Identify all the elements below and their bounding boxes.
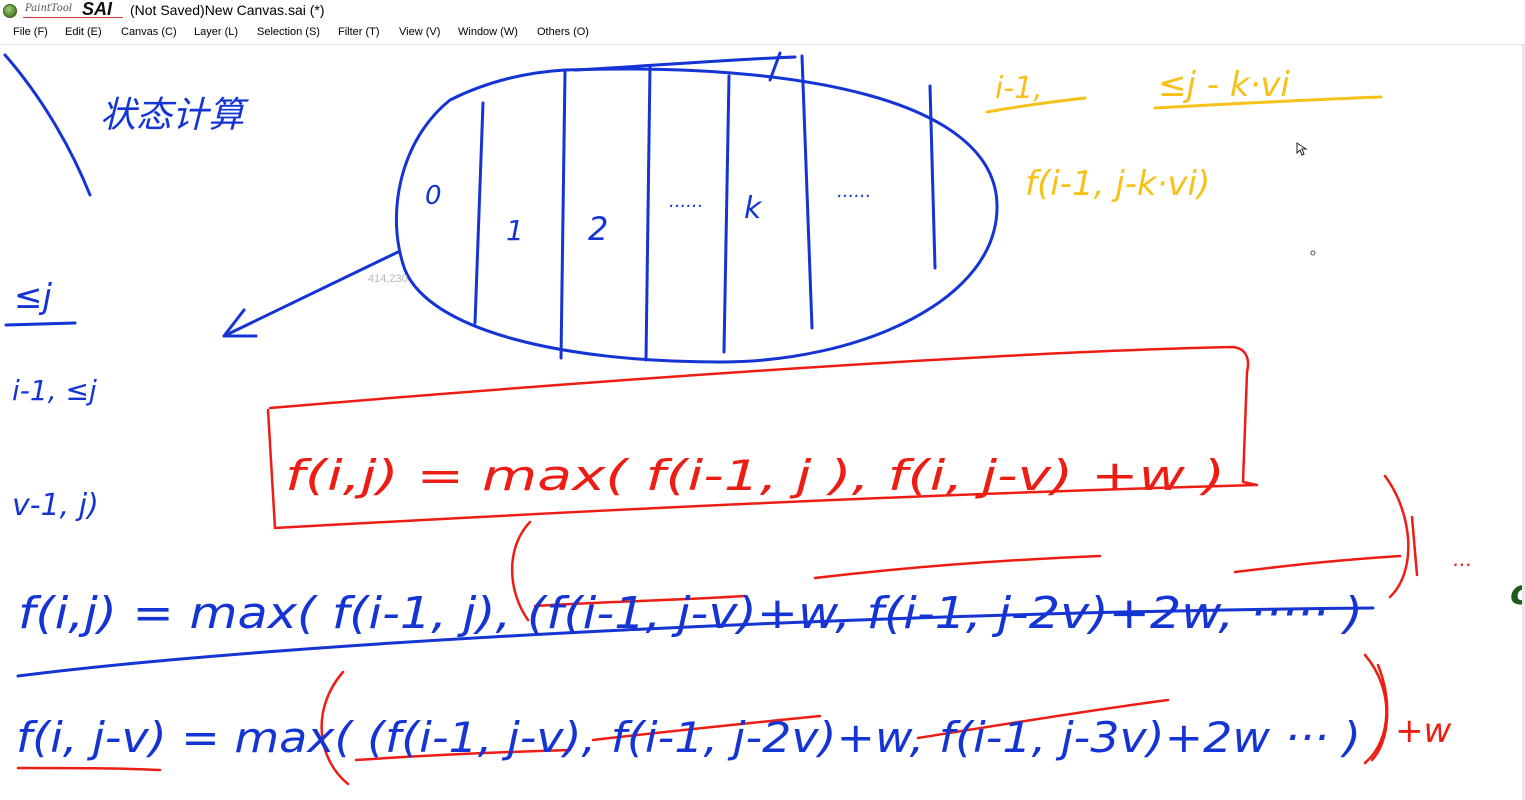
partition-line-4: [722, 74, 731, 354]
red-close-paren-extra: [1410, 515, 1419, 577]
hw-line1-formula: f(i,j) = max( f(i-1, j), (f(i-1, j-v)+w,…: [18, 588, 1363, 639]
partition-line-1: [473, 101, 485, 325]
menu-edit[interactable]: Edit (E): [65, 26, 102, 38]
hw-title-zh: 状态计算: [100, 95, 249, 136]
menu-view[interactable]: View (V): [399, 26, 440, 38]
stroke-underline-leq: [4, 321, 77, 327]
arrow-shaft: [222, 250, 400, 338]
hw-yellow-formula: f(i-1, j-k·vi): [1025, 164, 1210, 204]
logo-painttool-text: PaintTool: [25, 3, 73, 14]
menu-filter[interactable]: Filter (T): [338, 26, 380, 38]
hw-ellipse-label-dots-1: ······: [668, 196, 702, 217]
hw-ellipse-label-2: 2: [588, 210, 608, 248]
red-close-paren-line2: [1363, 653, 1388, 765]
drawing-canvas[interactable]: 状态计算 ≤j i-1, ≤j v-1, j) 0 1 2 ······ k ·…: [0, 45, 1525, 800]
hw-yellow-top-left: i-1,: [995, 71, 1043, 106]
hw-line1-tail: ···: [1452, 553, 1471, 577]
hw-line2-tail: +w: [1395, 711, 1451, 751]
partition-line-5: [800, 54, 814, 330]
hw-line2-formula: f(i, j-v) = max( (f(i-1, j-v), f(i-1, j-…: [16, 713, 1361, 762]
menu-canvas[interactable]: Canvas (C): [121, 26, 177, 38]
sai-logo-icon: [3, 4, 17, 18]
red-strike-line1-b: [813, 554, 1102, 580]
red-strike-line1-c: [1233, 554, 1402, 574]
menu-selection[interactable]: Selection (S): [257, 26, 320, 38]
hw-item-1: i-1, ≤j: [12, 374, 97, 407]
red-formula-box: [266, 345, 1259, 530]
hw-item-2: v-1, j): [12, 488, 99, 523]
app-logo: PaintTool SAI: [3, 0, 123, 20]
position-readout: 414,230: [368, 273, 408, 285]
window-title: (Not Saved)New Canvas.sai (*): [130, 2, 325, 18]
title-bar: PaintTool SAI (Not Saved)New Canvas.sai …: [0, 0, 1525, 22]
menu-layer[interactable]: Layer (L): [194, 26, 238, 38]
menu-others[interactable]: Others (O): [537, 26, 589, 38]
red-underline-line2-lhs: [16, 766, 162, 772]
stroke-diagonal-left: [3, 53, 92, 197]
logo-underline: [23, 17, 123, 18]
partition-line-6: [928, 84, 937, 270]
hw-ellipse-label-1: 1: [506, 214, 524, 247]
menu-window[interactable]: Window (W): [458, 26, 518, 38]
hw-ellipse-label-0: 0: [425, 181, 442, 211]
hw-sub-leq: ≤j: [14, 277, 52, 317]
canvas-strokes: 状态计算 ≤j i-1, ≤j v-1, j) 0 1 2 ······ k ·…: [3, 51, 1525, 786]
menu-file[interactable]: File (F): [13, 26, 48, 38]
menu-bar: File (F) Edit (E) Canvas (C) Layer (L) S…: [0, 22, 1525, 45]
hw-ellipse-label-dots-2: ······: [836, 186, 870, 207]
hw-ellipse-label-k: k: [744, 191, 763, 226]
hw-red-box-formula: f(i,j) = max( f(i-1, j ), f(i, j-v) +w ): [285, 451, 1225, 500]
partition-line-3: [644, 64, 652, 362]
stray-dot: [1310, 250, 1316, 256]
arrow-cursor-icon: [1296, 142, 1308, 156]
partition-line-2: [559, 70, 567, 360]
red-close-paren-line1: [1383, 474, 1410, 599]
hw-yellow-top-right: ≤j - k·vi: [1158, 65, 1290, 105]
ellipse-top-stroke: [573, 55, 797, 72]
